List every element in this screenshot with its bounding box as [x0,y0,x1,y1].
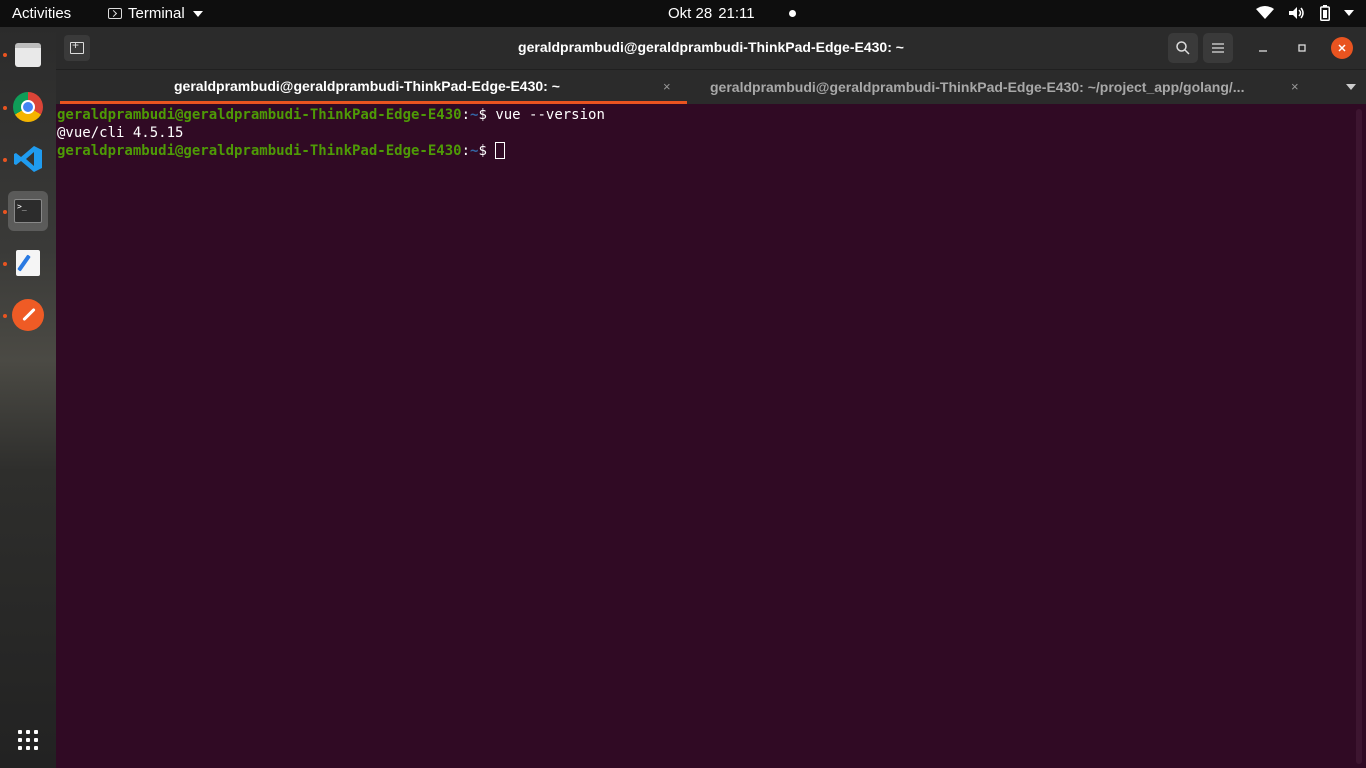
dock-item-text-editor[interactable] [8,243,48,283]
tab-label: geraldprambudi@geraldprambudi-ThinkPad-E… [174,77,560,94]
running-indicator [3,106,7,110]
running-indicator [3,210,7,214]
dock-item-vscode[interactable] [8,139,48,179]
close-icon [1338,44,1346,52]
dock: >_ [0,27,56,768]
terminal-line: geraldprambudi@geraldprambudi-ThinkPad-E… [57,142,1352,160]
activities-button[interactable]: Activities [12,5,71,22]
hamburger-menu-icon [1212,43,1224,53]
terminal-icon: >_ [14,199,42,223]
close-window-button[interactable] [1331,37,1353,59]
system-tray[interactable] [1256,5,1354,21]
tab-bar: geraldprambudi@geraldprambudi-ThinkPad-E… [56,69,1366,104]
command-text: vue --version [495,107,605,123]
prompt-separator: : [461,107,471,123]
vscode-icon [14,146,42,172]
chevron-down-icon [1344,10,1354,16]
tab-label: geraldprambudi@geraldprambudi-ThinkPad-E… [710,79,1245,95]
text-editor-icon [16,250,40,276]
text-cursor [495,142,506,159]
prompt-separator: : [461,143,471,159]
terminal-line: geraldprambudi@geraldprambudi-ThinkPad-E… [57,106,1352,124]
postman-icon [12,299,44,331]
prompt-symbol: $ [478,107,496,123]
running-indicator [3,158,7,162]
volume-icon [1289,7,1304,19]
tab-home[interactable]: geraldprambudi@geraldprambudi-ThinkPad-E… [60,70,687,104]
terminal-output[interactable]: geraldprambudi@geraldprambudi-ThinkPad-E… [56,104,1352,768]
dock-item-chrome[interactable] [8,87,48,127]
prompt-symbol: $ [478,143,496,159]
minimize-button[interactable] [1252,37,1274,59]
clock[interactable]: Okt 28 21:11 [668,5,796,22]
top-bar: Activities Terminal Okt 28 21:11 [0,0,1366,27]
maximize-icon [1298,44,1306,52]
dock-item-files[interactable] [8,35,48,75]
tab-close-button[interactable]: × [663,79,671,94]
battery-icon [1320,5,1330,21]
prompt-user: geraldprambudi@geraldprambudi-ThinkPad-E… [57,107,462,123]
show-applications-icon[interactable] [18,730,38,750]
chrome-icon [13,92,43,122]
app-menu[interactable]: Terminal [108,5,203,22]
notification-dot-icon [788,10,796,17]
maximize-button[interactable] [1291,37,1313,59]
dock-item-terminal[interactable]: >_ [8,191,48,231]
clock-date: Okt 28 [668,5,713,22]
menu-button[interactable] [1203,33,1233,63]
wifi-icon [1256,6,1274,19]
tab-project-golang[interactable]: geraldprambudi@geraldprambudi-ThinkPad-E… [687,70,1307,104]
clock-time: 21:11 [718,5,755,22]
search-icon [1176,41,1190,55]
running-indicator [3,262,7,266]
command-output: @vue/cli 4.5.15 [57,125,184,141]
running-indicator [3,314,7,318]
scrollbar[interactable] [1356,109,1362,764]
terminal-icon [108,8,122,19]
chevron-down-icon [192,10,203,17]
tab-close-button[interactable]: × [1291,79,1299,94]
header-bar: geraldprambudi@geraldprambudi-ThinkPad-E… [56,27,1366,69]
dock-item-postman[interactable] [8,295,48,335]
tab-list-dropdown-icon[interactable] [1346,84,1356,90]
minimize-icon [1259,50,1267,52]
prompt-user: geraldprambudi@geraldprambudi-ThinkPad-E… [57,143,462,159]
files-icon [15,43,41,67]
running-indicator [3,53,7,57]
terminal-line: @vue/cli 4.5.15 [57,124,1352,142]
terminal-window: geraldprambudi@geraldprambudi-ThinkPad-E… [56,27,1366,768]
app-menu-label: Terminal [128,5,185,22]
search-button[interactable] [1168,33,1198,63]
